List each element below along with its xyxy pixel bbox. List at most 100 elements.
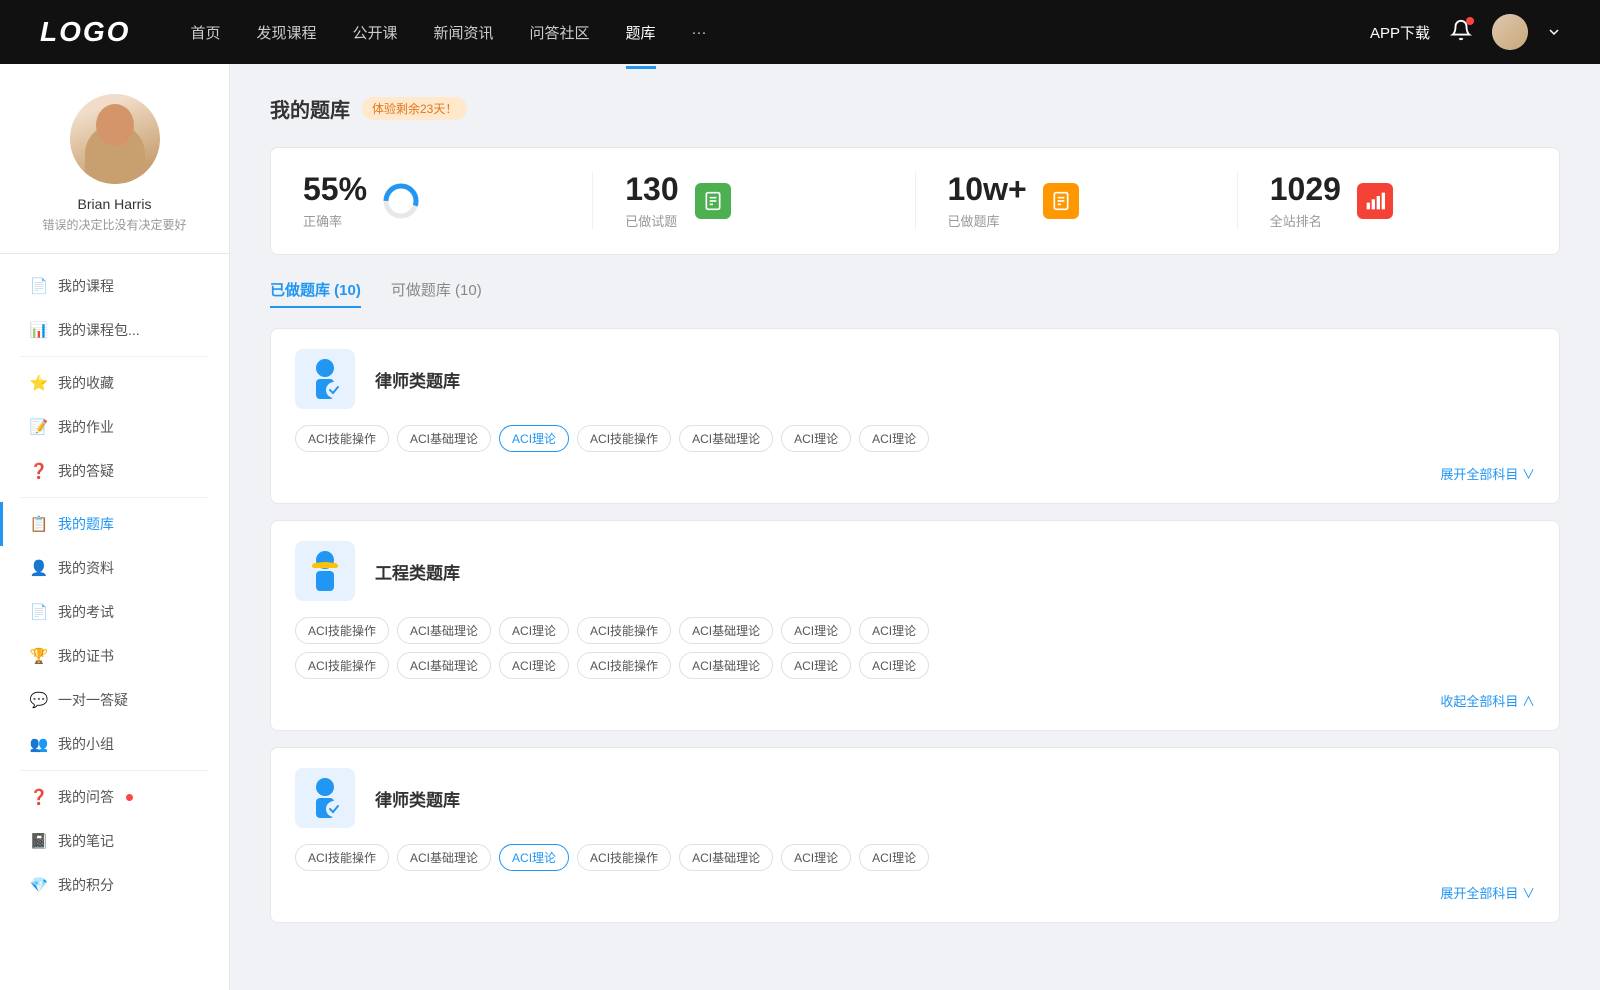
navbar-logo[interactable]: LOGO: [40, 16, 130, 48]
menu-item-label: 我的资料: [58, 558, 114, 578]
navbar-item[interactable]: 新闻资讯: [434, 18, 494, 47]
stat-number: 55%: [303, 172, 367, 207]
sidebar-item-我的收藏[interactable]: ⭐我的收藏: [0, 361, 229, 405]
sidebar-item-我的笔记[interactable]: 📓我的笔记: [0, 819, 229, 863]
menu-item-label: 我的作业: [58, 417, 114, 437]
lawyer-bank-icon: [295, 349, 355, 409]
green-doc-icon: [695, 183, 731, 219]
qbank-title: 律师类题库: [375, 786, 460, 811]
sidebar-divider: [20, 770, 209, 771]
tag[interactable]: ACI理论: [499, 652, 569, 679]
tag[interactable]: ACI技能操作: [295, 844, 389, 871]
chevron-down-icon: [1548, 26, 1560, 38]
menu-item-label: 我的笔记: [58, 831, 114, 851]
tag[interactable]: ACI技能操作: [577, 844, 671, 871]
sidebar-item-我的考试[interactable]: 📄 我的考试: [0, 590, 229, 634]
sidebar-item-一对一答疑[interactable]: 💬一对一答疑: [0, 678, 229, 722]
tag[interactable]: ACI技能操作: [577, 617, 671, 644]
tag[interactable]: ACI技能操作: [295, 617, 389, 644]
tag[interactable]: ACI理论: [499, 425, 569, 452]
navbar-item[interactable]: 发现课程: [256, 18, 316, 47]
menu-item-label: 我的考试: [58, 602, 114, 622]
navbar-item[interactable]: 题库: [626, 18, 656, 47]
tag[interactable]: ACI理论: [499, 617, 569, 644]
qbank-tags-row1: ACI技能操作 ACI基础理论 ACI理论 ACI技能操作 ACI基础理论 ACI理论 AC…: [295, 844, 1535, 871]
qbank-list: 律师类题库ACI技能操作ACI基础理论ACI理论ACI技能操作ACI基础理论AC…: [270, 328, 1560, 923]
sidebar-item-我的资料[interactable]: 👤 我的资料: [0, 546, 229, 590]
sidebar-item-我的问答[interactable]: ❓我的问答: [0, 775, 229, 819]
expand-button[interactable]: 展开全部科目 ∨: [1440, 883, 1535, 902]
tag[interactable]: ACI基础理论: [397, 617, 491, 644]
sidebar-item-我的课程[interactable]: 📄 我的课程: [0, 264, 229, 308]
tag[interactable]: ACI基础理论: [679, 617, 773, 644]
sidebar-menu: 📄 我的课程 📊我的课程包... ⭐我的收藏 📝 我的作业 ❓我的答疑 📋我的题库 👤 我的资料 📄…: [0, 254, 229, 917]
navbar-right: APP下载: [1370, 14, 1560, 50]
trial-badge: 体验剩余23天！: [362, 97, 467, 120]
tag[interactable]: ACI理论: [499, 844, 569, 871]
stat-icon: [381, 181, 421, 221]
qbank-card: 律师类题库ACI技能操作ACI基础理论ACI理论ACI技能操作ACI基础理论AC…: [270, 747, 1560, 923]
tag[interactable]: ACI理论: [781, 652, 851, 679]
navbar-item[interactable]: ···: [692, 20, 707, 45]
tag[interactable]: ACI基础理论: [397, 425, 491, 452]
tag[interactable]: ACI理论: [859, 844, 929, 871]
menu-item-label: 我的课程: [58, 276, 114, 296]
user-avatar[interactable]: [1492, 14, 1528, 50]
tag[interactable]: ACI理论: [859, 617, 929, 644]
bell-icon[interactable]: [1450, 19, 1472, 45]
navbar-item[interactable]: 公开课: [352, 18, 397, 47]
menu-item-label: 我的小组: [58, 734, 114, 754]
sidebar: Brian Harris 错误的决定比没有决定要好 📄 我的课程 📊我的课程包...…: [0, 64, 230, 990]
stat-label: 正确率: [303, 211, 367, 230]
tag[interactable]: ACI理论: [781, 425, 851, 452]
tag[interactable]: ACI基础理论: [397, 844, 491, 871]
tag[interactable]: ACI技能操作: [577, 425, 671, 452]
tag[interactable]: ACI基础理论: [679, 844, 773, 871]
menu-item-icon: 👥: [30, 735, 48, 753]
tag[interactable]: ACI理论: [781, 844, 851, 871]
sidebar-item-我的答疑[interactable]: ❓我的答疑: [0, 449, 229, 493]
lawyer-bank-icon: [295, 768, 355, 828]
sidebar-item-我的课程包...[interactable]: 📊我的课程包...: [0, 308, 229, 352]
navbar-item[interactable]: 首页: [190, 18, 220, 47]
menu-item-icon: 📄: [30, 603, 48, 621]
tag[interactable]: ACI理论: [859, 425, 929, 452]
menu-item-label: 我的证书: [58, 646, 114, 666]
tag[interactable]: ACI基础理论: [397, 652, 491, 679]
stat-number: 10w+: [948, 172, 1027, 207]
stat-label: 已做试题: [625, 211, 678, 230]
sidebar-item-我的作业[interactable]: 📝 我的作业: [0, 405, 229, 449]
menu-item-label: 我的问答: [58, 787, 114, 807]
navbar: LOGO 首页 发现课程 公开课 新闻资讯 问答社区 题库 ··· APP下载: [0, 0, 1600, 64]
tag[interactable]: ACI技能操作: [295, 652, 389, 679]
sidebar-item-我的证书[interactable]: 🏆 我的证书: [0, 634, 229, 678]
qbank-tags-row1: ACI技能操作 ACI基础理论 ACI理论 ACI技能操作 ACI基础理论 ACI理论 AC…: [295, 617, 1535, 644]
menu-item-icon: 📋: [30, 515, 48, 533]
collapse-button[interactable]: 收起全部科目 ∧: [1440, 691, 1535, 710]
profile-name: Brian Harris: [78, 196, 152, 212]
tag[interactable]: ACI技能操作: [295, 425, 389, 452]
tag[interactable]: ACI技能操作: [577, 652, 671, 679]
tabs-bar: 已做题库 (10) 可做题库 (10): [270, 279, 1560, 308]
tab-item[interactable]: 已做题库 (10): [270, 279, 361, 308]
tag[interactable]: ACI理论: [781, 617, 851, 644]
navbar-item[interactable]: 问答社区: [530, 18, 590, 47]
tag[interactable]: ACI理论: [859, 652, 929, 679]
expand-button[interactable]: 展开全部科目 ∨: [1440, 464, 1535, 483]
sidebar-profile: Brian Harris 错误的决定比没有决定要好: [0, 94, 229, 254]
sidebar-item-我的小组[interactable]: 👥 我的小组: [0, 722, 229, 766]
menu-item-icon: 👤: [30, 559, 48, 577]
menu-item-icon: 🏆: [30, 647, 48, 665]
tag[interactable]: ACI基础理论: [679, 425, 773, 452]
sidebar-item-我的积分[interactable]: 💎我的积分: [0, 863, 229, 907]
menu-item-icon: 📄: [30, 277, 48, 295]
tag[interactable]: ACI基础理论: [679, 652, 773, 679]
qbank-tags-row1: ACI技能操作 ACI基础理论 ACI理论 ACI技能操作 ACI基础理论 ACI理论 AC…: [295, 425, 1535, 452]
menu-item-icon: 💬: [30, 691, 48, 709]
stat-item: 1029全站排名: [1238, 172, 1559, 230]
sidebar-item-我的题库[interactable]: 📋我的题库: [0, 502, 229, 546]
tab-item[interactable]: 可做题库 (10): [391, 279, 482, 308]
page-layout: Brian Harris 错误的决定比没有决定要好 📄 我的课程 📊我的课程包...…: [0, 64, 1600, 990]
app-download-button[interactable]: APP下载: [1370, 22, 1430, 43]
menu-item-icon: 📝: [30, 418, 48, 436]
